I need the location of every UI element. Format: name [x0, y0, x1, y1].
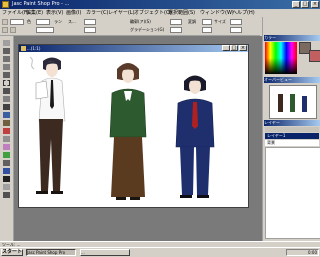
airbrush-tool-icon[interactable]: [3, 160, 10, 166]
doc-close-button[interactable]: ×: [239, 45, 247, 51]
retouch-tool-icon[interactable]: [3, 136, 10, 142]
app-icon: [2, 1, 9, 8]
selection-tool-icon[interactable]: [3, 80, 10, 86]
canvas[interactable]: [20, 53, 247, 205]
preset-shape-icon[interactable]: [3, 184, 10, 190]
magic-wand-icon[interactable]: [3, 96, 10, 102]
window-title: Jasc Paint Shop Pro - ...: [12, 1, 70, 7]
label-color: 色: [27, 19, 31, 24]
color-panel-title: カラー: [264, 35, 320, 41]
antialias-field[interactable]: [170, 19, 182, 25]
document-title: ...(1:1): [27, 46, 41, 51]
document-title-bar: ...(1:1) _ □ ×: [19, 45, 248, 52]
mover-tool-icon[interactable]: [3, 72, 10, 78]
document-icon: [21, 46, 26, 51]
doc-minimize-button[interactable]: _: [222, 45, 230, 51]
layers-panel-title: レイヤー: [264, 120, 320, 126]
step-field[interactable]: [202, 27, 212, 33]
new-icon[interactable]: [2, 19, 8, 25]
color-picker[interactable]: [265, 42, 297, 74]
clone-brush-icon[interactable]: [3, 120, 10, 126]
label-run: ラン: [54, 19, 62, 24]
illustration: [29, 56, 215, 200]
dropper-tool-icon[interactable]: [3, 104, 10, 110]
mode-select[interactable]: [36, 27, 54, 33]
menu-edit[interactable]: 編集(E): [26, 10, 43, 16]
menu-select[interactable]: 選択範囲(S): [168, 10, 195, 16]
thumb-figure-1: [278, 94, 283, 112]
tool-preset-icon[interactable]: [2, 27, 8, 33]
deform-tool-icon[interactable]: [3, 56, 10, 62]
style-select[interactable]: [84, 19, 96, 25]
minimize-button[interactable]: _: [292, 1, 300, 8]
taskbar-item-psp[interactable]: Jasc Paint Shop Pro: [26, 249, 76, 256]
menu-help[interactable]: ヘルプ(H): [232, 10, 255, 16]
character-middle: [109, 63, 147, 200]
tools-palette: [0, 36, 14, 241]
color-replacer-icon[interactable]: [3, 128, 10, 134]
menu-image[interactable]: 画像(I): [66, 10, 81, 16]
character-right: [175, 75, 215, 198]
brush-size-field[interactable]: [10, 19, 24, 25]
layers-list-area: [265, 147, 320, 239]
overview-panel-title: オーバービュー: [264, 77, 320, 83]
menu-view[interactable]: 表示(V): [46, 10, 63, 16]
character-left: [29, 56, 66, 194]
menu-file[interactable]: ファイル(F): [2, 10, 29, 16]
size-field[interactable]: [230, 19, 242, 25]
thumb-figure-3: [302, 96, 307, 112]
label-modulate: 変調: [188, 19, 196, 24]
right-panels: カラー オーバービュー レイヤー レイヤー1 背景: [262, 17, 320, 241]
tool-options-bar: 色 ラン ス... 輪郭(ア)(S) 変調 サイズ グラデーション(G): [0, 17, 260, 36]
system-tray-clock: 0:00: [286, 249, 319, 256]
text-tool-icon[interactable]: [3, 176, 10, 182]
picture-tube-icon[interactable]: [3, 152, 10, 158]
brush-icon[interactable]: [10, 27, 16, 33]
layer-row[interactable]: レイヤー1: [265, 133, 319, 139]
menu-layer[interactable]: レイヤー(L): [108, 10, 135, 16]
doc-maximize-button[interactable]: □: [230, 45, 238, 51]
label-size: サイズ: [214, 19, 226, 24]
opacity-field[interactable]: [84, 27, 96, 33]
gradient-field[interactable]: [170, 27, 182, 33]
taskbar-item-2[interactable]: ...: [80, 249, 130, 256]
crop-tool-icon[interactable]: [3, 64, 10, 70]
menu-bar: ファイル(F) 編集(E) 表示(V) 画像(I) カラー(C) レイヤー(L)…: [0, 9, 320, 17]
layer-row[interactable]: 背景: [265, 140, 319, 146]
start-button[interactable]: スタート: [1, 249, 23, 256]
menu-color[interactable]: カラー(C): [86, 10, 108, 16]
document-window: ...(1:1) _ □ ×: [18, 44, 249, 208]
zoom-tool-icon[interactable]: [3, 48, 10, 54]
eraser-tool-icon[interactable]: [3, 144, 10, 150]
close-button[interactable]: ×: [311, 1, 319, 8]
label-gradient: グラデーション(G): [130, 27, 165, 32]
layers-toolbar: [265, 127, 319, 132]
pan-tool-icon[interactable]: [3, 40, 10, 46]
label-s: ス...: [68, 19, 76, 24]
title-bar: Jasc Paint Shop Pro - ... _ □ ×: [0, 0, 320, 9]
thumb-figure-2: [290, 94, 295, 112]
menu-object[interactable]: オブジェクト(O): [134, 10, 172, 16]
label-antialias: 輪郭(ア)(S): [130, 19, 151, 24]
menu-window[interactable]: ウィンドウ(W): [200, 10, 234, 16]
maximize-button[interactable]: □: [301, 1, 309, 8]
draw-tool-icon[interactable]: [3, 192, 10, 198]
freehand-tool-icon[interactable]: [3, 88, 10, 94]
background-color-swatch[interactable]: [309, 50, 320, 62]
overview-thumbnail[interactable]: [269, 85, 317, 119]
density-field[interactable]: [230, 27, 242, 33]
flood-fill-icon[interactable]: [3, 168, 10, 174]
color-select[interactable]: [36, 19, 50, 25]
paintbrush-tool-icon[interactable]: [3, 112, 10, 118]
modulate-field[interactable]: [202, 19, 212, 25]
